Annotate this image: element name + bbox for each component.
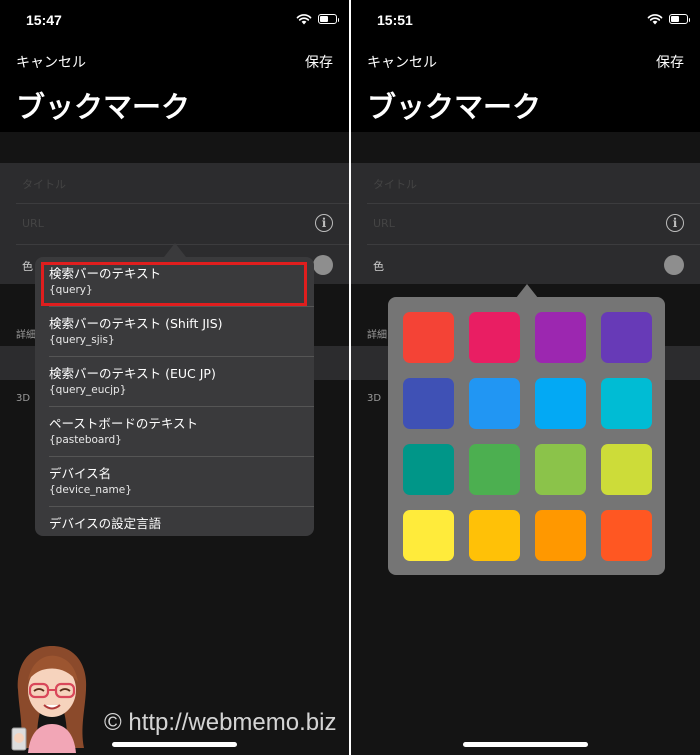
color-dot-icon[interactable] — [664, 255, 684, 275]
color-swatch[interactable] — [469, 444, 520, 495]
color-swatch[interactable] — [403, 444, 454, 495]
section-3d: 3D — [367, 393, 382, 404]
title-field[interactable]: タイトル — [22, 176, 66, 192]
status-icons — [647, 13, 690, 25]
color-swatch[interactable] — [469, 312, 520, 363]
color-swatch[interactable] — [469, 378, 520, 429]
home-indicator — [463, 742, 588, 747]
color-swatch[interactable] — [403, 378, 454, 429]
highlight-box — [41, 262, 307, 306]
info-icon[interactable]: i — [666, 214, 684, 232]
palette-arrow — [516, 284, 538, 298]
color-swatch[interactable] — [601, 378, 652, 429]
color-swatch[interactable] — [403, 510, 454, 561]
wifi-icon — [296, 14, 312, 25]
battery-icon — [669, 14, 690, 24]
menu-item-query-sjis[interactable]: 検索バーのテキスト (Shift JIS) {query_sjis} — [35, 307, 314, 357]
status-time: 15:47 — [26, 12, 62, 28]
page-title: ブックマーク — [16, 90, 191, 124]
menu-item-title: デバイス名 — [49, 466, 112, 481]
form-group: タイトル URL i 色 — [351, 163, 700, 284]
wifi-icon — [647, 14, 663, 25]
url-field[interactable]: URL — [373, 217, 395, 230]
color-swatch[interactable] — [469, 510, 520, 561]
section-3d: 3D — [16, 393, 31, 404]
section-detail: 詳細 — [367, 330, 387, 341]
status-time: 15:51 — [377, 12, 413, 28]
menu-item-token: {device_name} — [49, 484, 132, 496]
right-screen: 15:51 キャンセル 保存 ブックマーク タイトル URL i 色 詳細 3D — [351, 0, 700, 755]
color-swatch[interactable] — [403, 312, 454, 363]
avatar-illustration — [11, 646, 87, 753]
color-swatch[interactable] — [535, 312, 586, 363]
menu-item-query-eucjp[interactable]: 検索バーのテキスト (EUC JP) {query_eucjp} — [35, 357, 314, 407]
save-button[interactable]: 保存 — [656, 52, 684, 72]
url-field[interactable]: URL — [22, 217, 44, 230]
status-icons — [296, 13, 339, 25]
menu-item-token: {query_eucjp} — [49, 384, 127, 396]
page-title: ブックマーク — [367, 90, 542, 124]
menu-item-title: 検索バーのテキスト (EUC JP) — [49, 366, 216, 381]
section-detail: 詳細 — [16, 330, 36, 341]
row-divider — [16, 203, 349, 204]
battery-icon — [318, 14, 339, 24]
cancel-button[interactable]: キャンセル — [16, 52, 86, 72]
color-swatch[interactable] — [601, 510, 652, 561]
color-palette — [388, 297, 665, 575]
color-swatch[interactable] — [601, 444, 652, 495]
row-divider — [367, 203, 700, 204]
title-field[interactable]: タイトル — [373, 176, 417, 192]
color-label: 色 — [22, 260, 33, 273]
menu-item-token: {query_sjis} — [49, 334, 115, 346]
color-swatch[interactable] — [535, 378, 586, 429]
popover-arrow — [164, 243, 186, 257]
menu-item-title: デバイスの設定言語 — [49, 516, 162, 531]
watermark: © http://webmemo.biz — [104, 709, 337, 736]
menu-item-device-name[interactable]: デバイス名 {device_name} — [35, 457, 314, 507]
cancel-button[interactable]: キャンセル — [367, 52, 437, 72]
menu-item-device-language[interactable]: デバイスの設定言語 — [35, 507, 314, 536]
menu-item-title: ペーストボードのテキスト — [49, 416, 199, 431]
color-swatch[interactable] — [535, 510, 586, 561]
color-swatch[interactable] — [535, 444, 586, 495]
menu-item-pasteboard[interactable]: ペーストボードのテキスト {pasteboard} — [35, 407, 314, 457]
home-indicator — [112, 742, 237, 747]
menu-item-token: {pasteboard} — [49, 434, 122, 446]
color-swatch[interactable] — [601, 312, 652, 363]
save-button[interactable]: 保存 — [305, 52, 333, 72]
info-icon[interactable]: i — [315, 214, 333, 232]
menu-item-title: 検索バーのテキスト (Shift JIS) — [49, 316, 223, 331]
row-divider — [367, 244, 700, 245]
color-dot-icon[interactable] — [313, 255, 333, 275]
color-label: 色 — [373, 260, 384, 273]
